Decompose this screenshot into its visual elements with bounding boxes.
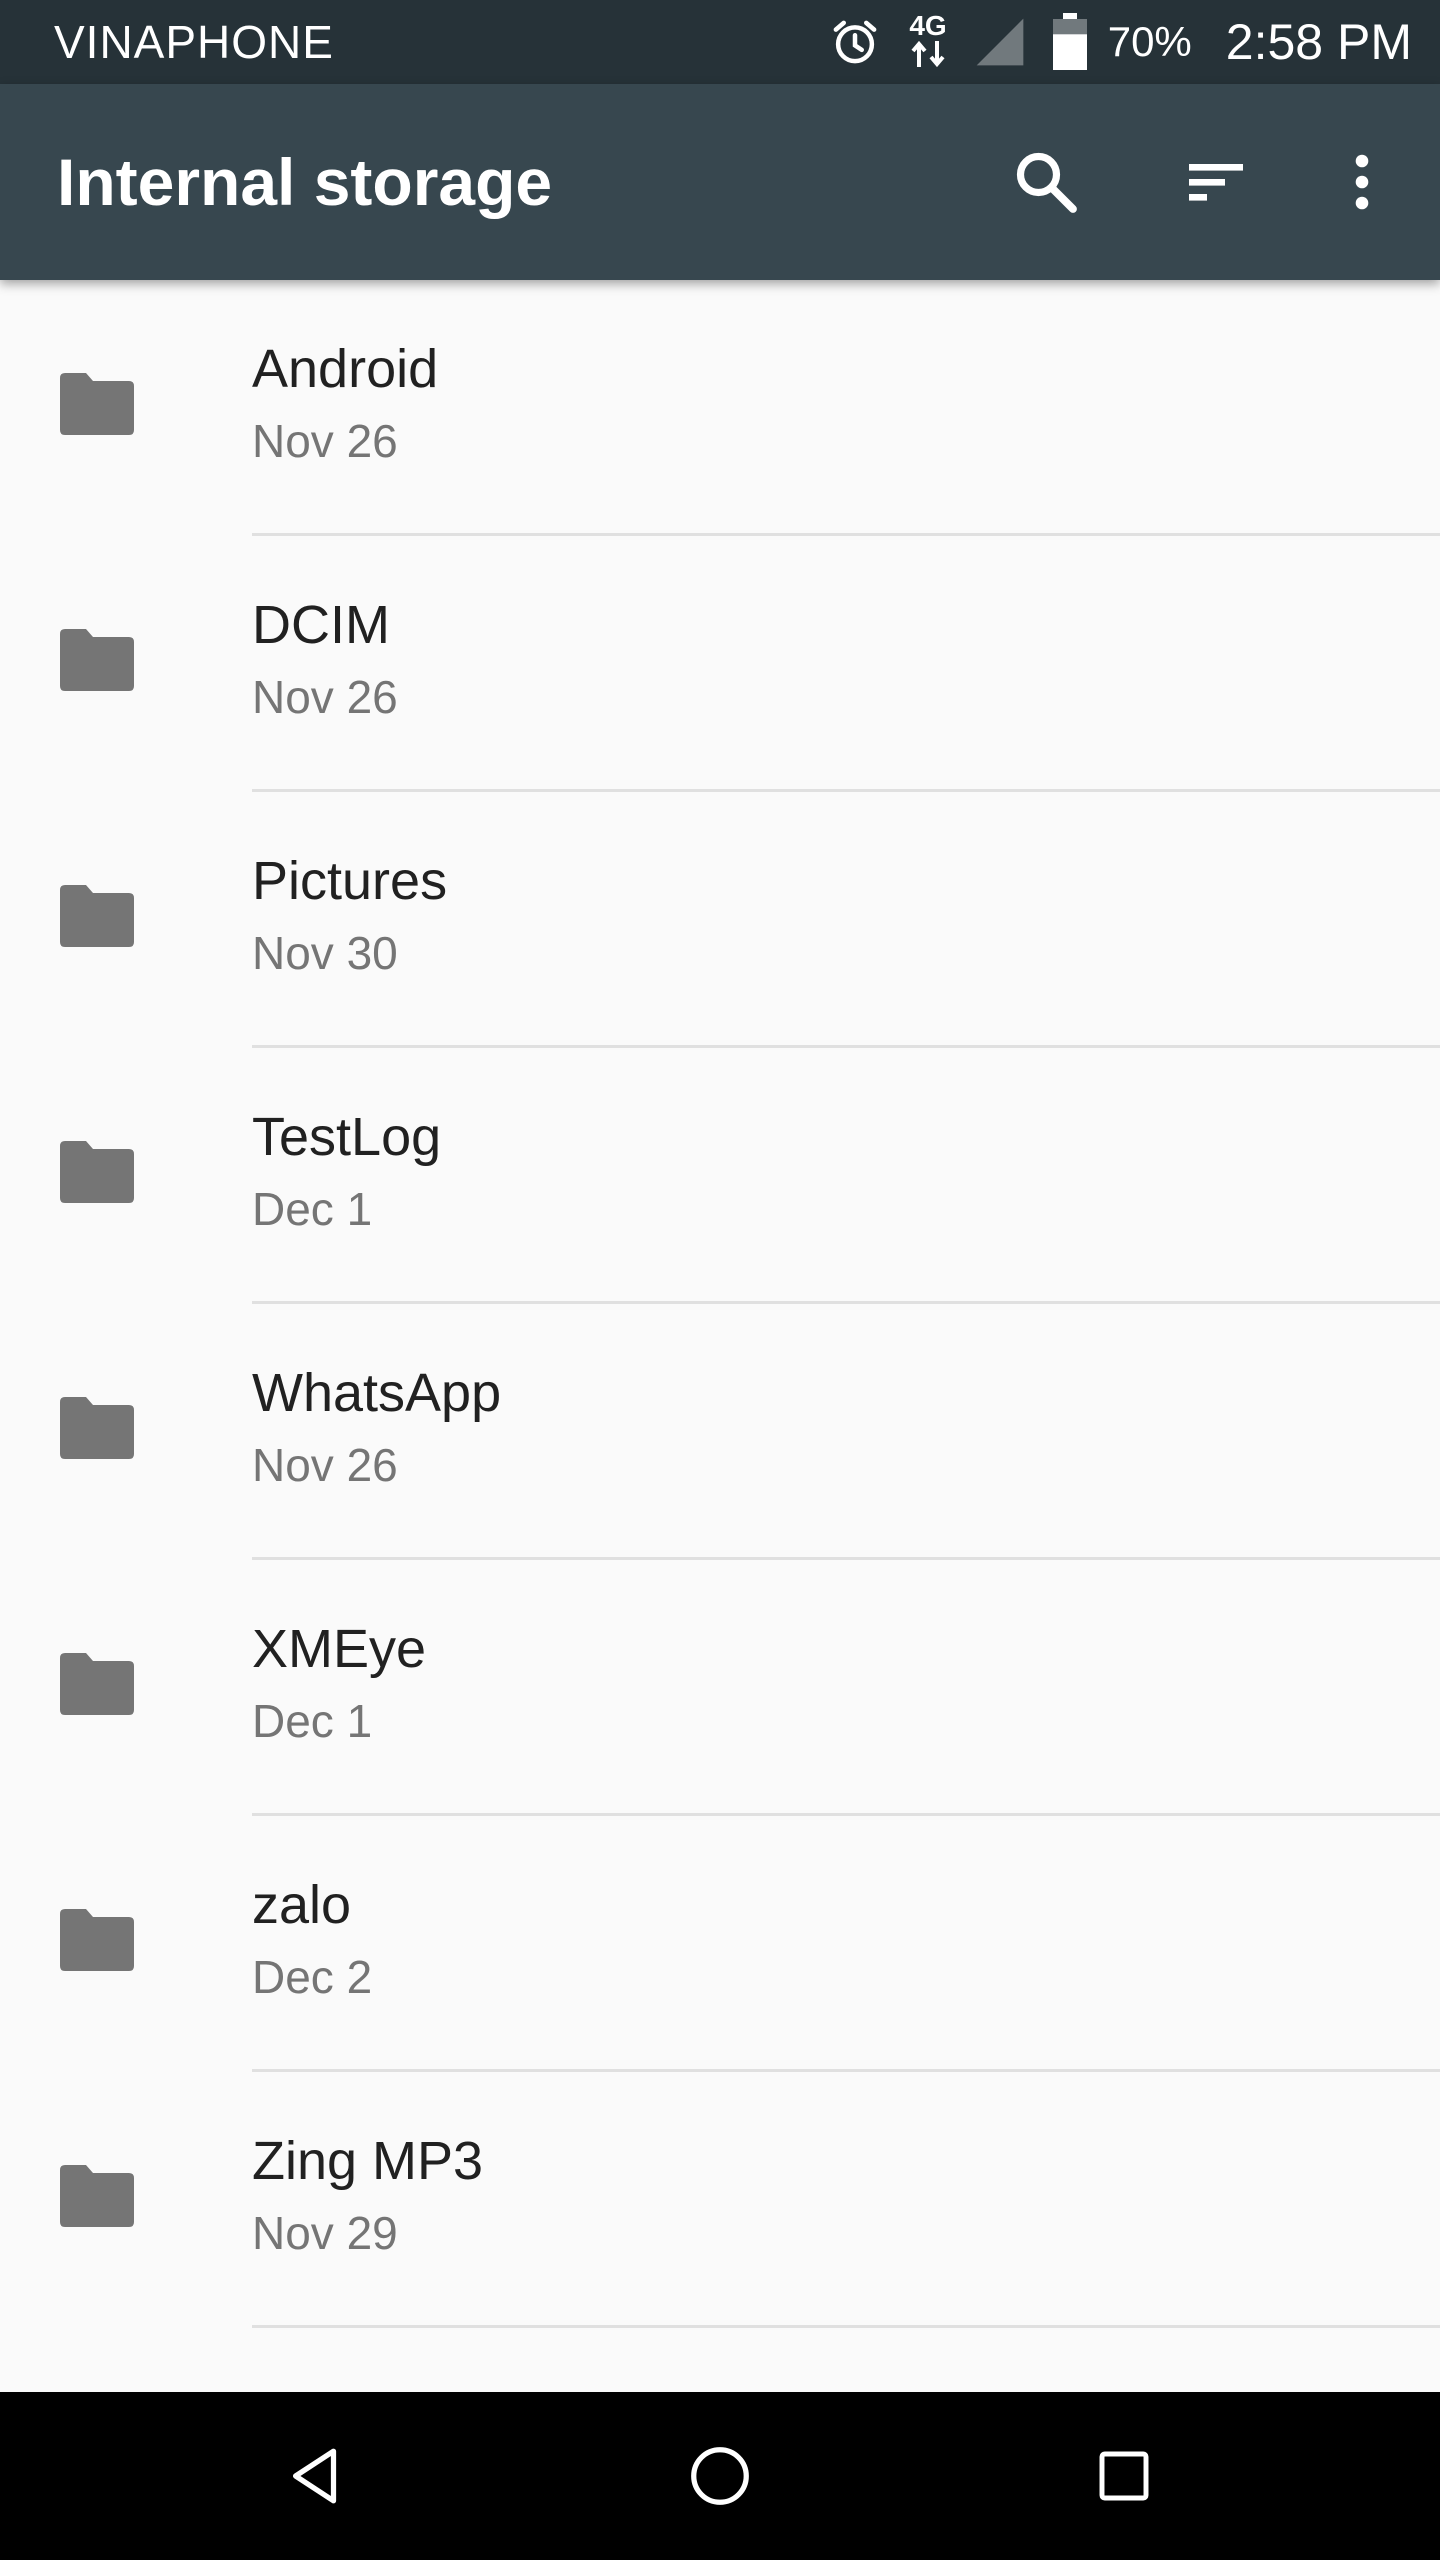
file-date: Nov 26 — [252, 415, 398, 467]
recents-icon — [1099, 2451, 1149, 2501]
more-options-button[interactable] — [1312, 132, 1412, 232]
file-date: Dec 2 — [252, 1951, 373, 2003]
file-date: Dec 1 — [252, 1183, 373, 1235]
sort-icon — [1189, 164, 1243, 201]
search-button[interactable] — [996, 132, 1096, 232]
file-row-xmeye[interactable]: XMEye Dec 1 — [0, 1560, 1440, 1816]
home-button[interactable] — [660, 2416, 780, 2536]
file-row-whatsapp[interactable]: WhatsApp Nov 26 — [0, 1304, 1440, 1560]
alarm-icon — [828, 15, 882, 69]
file-date: Nov 30 — [252, 927, 398, 979]
file-date: Dec 1 — [252, 1695, 373, 1747]
folder-icon — [60, 373, 134, 435]
back-icon — [292, 2448, 337, 2504]
more-vert-icon — [1355, 154, 1369, 210]
search-icon — [1016, 152, 1077, 213]
file-row-testlog[interactable]: TestLog Dec 1 — [0, 1048, 1440, 1304]
file-name: Android — [252, 339, 439, 399]
folder-icon — [60, 1397, 134, 1459]
status-bar: VINAPHONE 4G 70% 2:58 PM — [0, 0, 1440, 84]
file-row-pictures[interactable]: Pictures Nov 30 — [0, 792, 1440, 1048]
file-date: Nov 29 — [252, 2207, 398, 2259]
sort-button[interactable] — [1166, 132, 1266, 232]
file-date: Nov 26 — [252, 671, 398, 723]
folder-icon — [60, 1653, 134, 1715]
signal-icon — [972, 14, 1028, 70]
battery-percent: 70% — [1107, 18, 1192, 65]
file-row-dcim[interactable]: DCIM Nov 26 — [0, 536, 1440, 792]
folder-icon — [60, 1909, 134, 1971]
file-name: Pictures — [252, 851, 448, 911]
folder-icon — [60, 885, 134, 947]
home-icon — [691, 2447, 749, 2505]
file-name: XMEye — [252, 1619, 427, 1679]
file-list: Android Nov 26 DCIM Nov 26 Pictures Nov … — [0, 280, 1440, 2328]
back-button[interactable] — [256, 2416, 376, 2536]
file-name: TestLog — [252, 1107, 442, 1167]
page-title: Internal storage — [57, 145, 553, 219]
network-4g-icon: 4G — [904, 11, 952, 73]
folder-icon — [60, 2165, 134, 2227]
file-row-android[interactable]: Android Nov 26 — [0, 280, 1440, 536]
file-name: Zing MP3 — [252, 2131, 484, 2191]
file-date: Nov 26 — [252, 1439, 398, 1491]
recents-button[interactable] — [1064, 2416, 1184, 2536]
navigation-bar — [0, 2392, 1440, 2560]
file-name: WhatsApp — [252, 1363, 502, 1423]
carrier-name: VINAPHONE — [54, 16, 334, 68]
file-row-zing-mp3[interactable]: Zing MP3 Nov 29 — [0, 2072, 1440, 2328]
status-clock: 2:58 PM — [1225, 14, 1412, 70]
folder-icon — [60, 629, 134, 691]
file-name: DCIM — [252, 595, 390, 655]
app-bar: Internal storage — [0, 84, 1440, 280]
folder-icon — [60, 1141, 134, 1203]
status-icons: 4G 70% 2:58 PM — [828, 0, 1412, 84]
battery-icon — [1052, 13, 1088, 71]
network-type-label: 4G — [909, 11, 946, 41]
file-row-zalo[interactable]: zalo Dec 2 — [0, 1816, 1440, 2072]
file-name: zalo — [252, 1875, 352, 1935]
divider — [252, 2325, 1440, 2328]
